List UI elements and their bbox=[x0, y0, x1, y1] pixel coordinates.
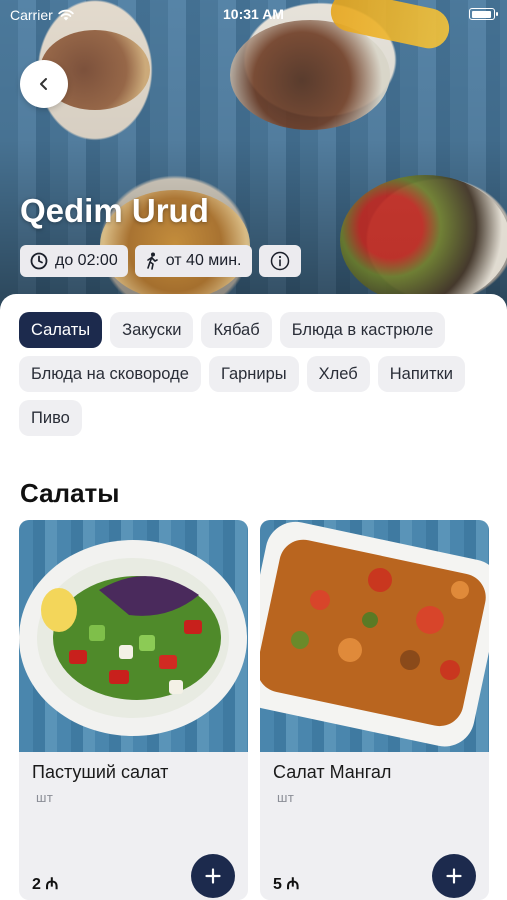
plus-icon bbox=[446, 868, 462, 884]
category-pan-dishes[interactable]: Блюда на сковороде bbox=[19, 356, 201, 392]
restaurant-name: Qedim Urud bbox=[20, 192, 209, 229]
chevron-left-icon bbox=[40, 78, 47, 90]
info-icon bbox=[270, 251, 289, 271]
back-button[interactable] bbox=[20, 60, 68, 108]
product-card[interactable]: Салат Мангал шт 5 ₼ bbox=[260, 520, 489, 900]
product-image bbox=[19, 520, 248, 752]
product-name: Салат Мангал bbox=[273, 762, 392, 782]
restaurant-info-row: до 02:00 от 40 мин. bbox=[20, 245, 301, 277]
hours-label: до 02:00 bbox=[55, 252, 118, 269]
hero-food-plate bbox=[340, 175, 507, 305]
walking-person-icon bbox=[146, 252, 158, 270]
battery-icon bbox=[469, 8, 498, 20]
delivery-time-chip: от 40 мин. bbox=[134, 245, 252, 277]
delivery-time-label: от 40 мин. bbox=[165, 252, 242, 269]
status-time: 10:31 AM bbox=[223, 6, 284, 22]
category-sides[interactable]: Гарниры bbox=[208, 356, 299, 392]
product-image bbox=[260, 520, 489, 752]
hours-chip: до 02:00 bbox=[20, 245, 128, 277]
category-list: Салаты Закуски Кябаб Блюда в кастрюле Бл… bbox=[19, 312, 489, 436]
category-salads[interactable]: Салаты bbox=[19, 312, 103, 348]
product-name: Пастуший салат bbox=[32, 762, 169, 782]
category-kebab[interactable]: Кябаб bbox=[201, 312, 272, 348]
product-unit: шт bbox=[277, 790, 295, 805]
add-to-cart-button[interactable] bbox=[432, 854, 476, 898]
category-bread[interactable]: Хлеб bbox=[306, 356, 370, 392]
product-price: 2 ₼ bbox=[32, 876, 59, 893]
add-to-cart-button[interactable] bbox=[191, 854, 235, 898]
product-card[interactable]: Пастуший салат шт 2 ₼ bbox=[19, 520, 248, 900]
product-price: 5 ₼ bbox=[273, 876, 300, 893]
clock-icon bbox=[30, 252, 48, 270]
info-button[interactable] bbox=[258, 245, 301, 277]
menu-sheet: Салаты Закуски Кябаб Блюда в кастрюле Бл… bbox=[0, 294, 507, 900]
category-snacks[interactable]: Закуски bbox=[110, 312, 194, 348]
status-bar: Carrier 10:31 AM bbox=[0, 0, 507, 28]
hero-food-plate bbox=[230, 20, 390, 130]
section-title: Салаты bbox=[20, 478, 120, 508]
product-unit: шт bbox=[36, 790, 54, 805]
category-drinks[interactable]: Напитки bbox=[377, 356, 465, 392]
category-beer[interactable]: Пиво bbox=[19, 400, 82, 436]
plus-icon bbox=[205, 868, 221, 884]
category-pot-dishes[interactable]: Блюда в кастрюле bbox=[279, 312, 446, 348]
